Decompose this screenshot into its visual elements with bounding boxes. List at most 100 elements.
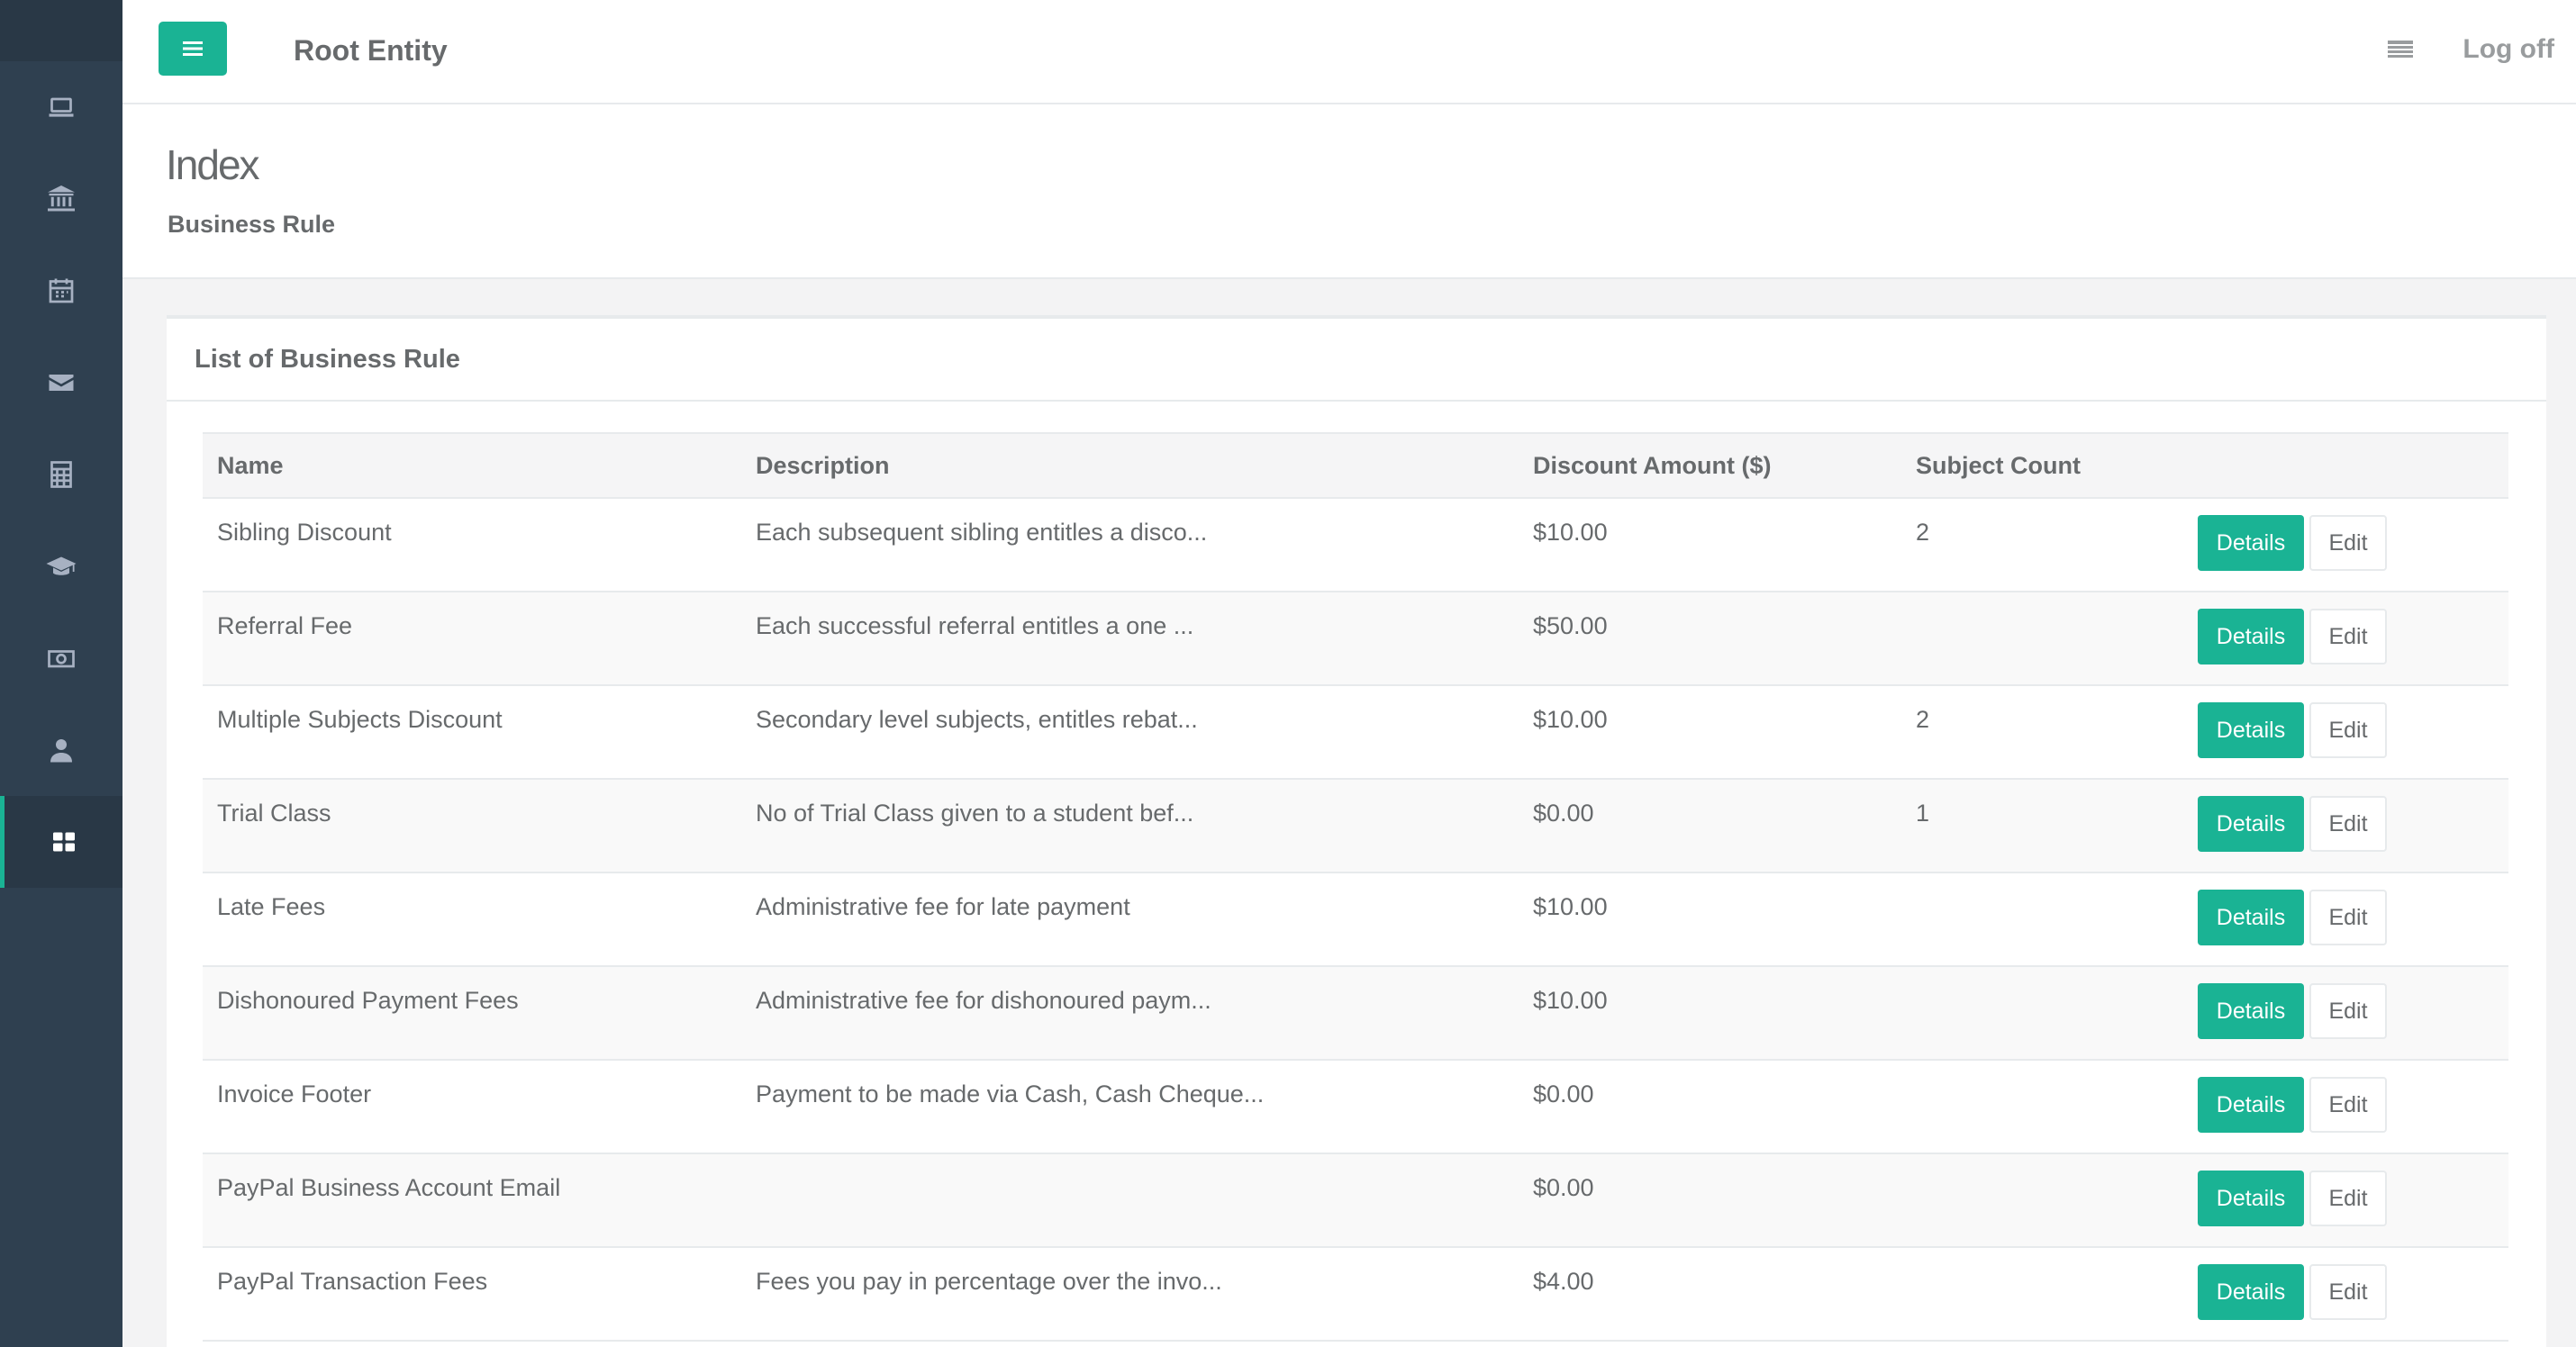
cell-amount: $0.00 [1533,1080,1594,1107]
grid-icon [52,832,75,852]
cell-amount: $0.00 [1533,1174,1594,1201]
cell-description: Fees you pay in percentage over the invo… [756,1268,1222,1295]
cell-amount: $50.00 [1533,612,1608,639]
sidebar-item-calculator[interactable] [0,429,122,520]
graduation-cap-icon [46,556,77,575]
details-button[interactable]: Details [2198,702,2304,758]
cell-count [1901,592,2183,685]
calculator-icon [50,461,72,488]
details-button[interactable]: Details [2198,796,2304,852]
table-row: PayPal Business Account Email $0.00 Deta… [203,1153,2508,1247]
cell-name: Dishonoured Payment Fees [217,987,519,1014]
cell-name: Late Fees [217,893,326,920]
cell-count [1901,966,2183,1060]
breadcrumb: Business Rule [168,211,336,238]
page-title: Index [166,141,260,188]
cell-actions: Details Edit [2183,1247,2508,1341]
details-button[interactable]: Details [2198,890,2304,945]
tasks-icon[interactable] [2387,40,2414,61]
table-row: Invoice Footer Payment to be made via Ca… [203,1060,2508,1153]
bank-icon [48,185,75,212]
edit-button[interactable]: Edit [2309,983,2387,1039]
cell-name: PayPal Business Account Email [217,1174,561,1201]
table-row: Referral Fee Each successful referral en… [203,592,2508,685]
table-row: Sibling Discount Each subsequent sibling… [203,498,2508,592]
cell-count: 2 [1916,519,1930,546]
cell-count [1901,1247,2183,1341]
cell-amount: $10.00 [1533,519,1608,546]
cell-amount: $10.00 [1533,706,1608,733]
cell-description: No of Trial Class given to a student bef… [756,800,1194,827]
table-row: Dishonoured Payment Fees Administrative … [203,966,2508,1060]
sidebar-item-courses[interactable] [0,520,122,612]
money-icon [48,650,75,668]
edit-button[interactable]: Edit [2309,702,2387,758]
sidebar-item-messages[interactable] [0,337,122,429]
cell-count [1901,872,2183,966]
table-row: Multiple Subjects Discount Secondary lev… [203,685,2508,779]
column-header-description: Description [756,451,890,479]
user-icon [50,739,72,763]
cell-description: Administrative fee for dishonoured paym.… [756,987,1211,1014]
sidebar-item-settings[interactable] [0,796,122,888]
edit-button[interactable]: Edit [2309,796,2387,852]
column-header-actions [2183,433,2508,498]
edit-button[interactable]: Edit [2309,1077,2387,1133]
cell-actions: Details Edit [2183,779,2508,872]
cell-count: 1 [1916,800,1930,827]
laptop-icon [49,97,74,117]
details-button[interactable]: Details [2198,1264,2304,1320]
details-button[interactable]: Details [2198,609,2304,664]
page-heading: Index Business Rule [122,104,2576,279]
table-row: Trial Class No of Trial Class given to a… [203,779,2508,872]
cell-amount: $4.00 [1533,1268,1594,1295]
cell-count: 2 [1916,706,1930,733]
cell-amount: $10.00 [1533,893,1608,920]
edit-button[interactable]: Edit [2309,1264,2387,1320]
edit-button[interactable]: Edit [2309,609,2387,664]
hamburger-icon [183,41,203,56]
edit-button[interactable]: Edit [2309,890,2387,945]
cell-name: Trial Class [217,800,331,827]
sidebar-header [0,0,122,61]
cell-amount: $10.00 [1533,987,1608,1014]
sidebar-toggle-button[interactable] [159,22,227,76]
calendar-icon [49,278,74,303]
details-button[interactable]: Details [2198,1077,2304,1133]
panel-title: List of Business Rule [167,319,2546,402]
cell-amount: $0.00 [1533,800,1594,827]
cell-description: Payment to be made via Cash, Cash Cheque… [756,1080,1265,1107]
cell-description: Administrative fee for late payment [756,893,1130,920]
edit-button[interactable]: Edit [2309,515,2387,571]
column-header-subject-count: Subject Count [1916,451,2081,479]
cell-actions: Details Edit [2183,872,2508,966]
top-navbar: Root Entity Log off [122,0,2576,104]
details-button[interactable]: Details [2198,515,2304,571]
cell-actions: Details Edit [2183,966,2508,1060]
sidebar-item-institution[interactable] [0,153,122,245]
column-header-discount-amount: Discount Amount ($) [1533,451,1772,479]
cell-name: Invoice Footer [217,1080,372,1107]
sidebar-item-dashboard[interactable] [0,61,122,153]
cell-description [741,1153,1519,1247]
business-rule-table: Name Description Discount Amount ($) Sub… [203,432,2508,1342]
cell-actions: Details Edit [2183,685,2508,779]
business-rule-panel: List of Business Rule Name Description D… [167,315,2546,1347]
sidebar-item-calendar[interactable] [0,245,122,337]
column-header-name: Name [217,451,284,479]
cell-name: Referral Fee [217,612,353,639]
details-button[interactable]: Details [2198,1171,2304,1226]
logoff-link[interactable]: Log off [2463,34,2554,65]
edit-button[interactable]: Edit [2309,1171,2387,1226]
cell-actions: Details Edit [2183,498,2508,592]
envelope-icon [49,375,74,391]
table-header-row: Name Description Discount Amount ($) Sub… [203,433,2508,498]
cell-count [1901,1060,2183,1153]
details-button[interactable]: Details [2198,983,2304,1039]
sidebar-item-payments[interactable] [0,612,122,704]
sidebar-item-users[interactable] [0,704,122,796]
cell-count [1901,1153,2183,1247]
entity-title: Root Entity [294,34,448,67]
cell-name: Sibling Discount [217,519,392,546]
table-row: Late Fees Administrative fee for late pa… [203,872,2508,966]
